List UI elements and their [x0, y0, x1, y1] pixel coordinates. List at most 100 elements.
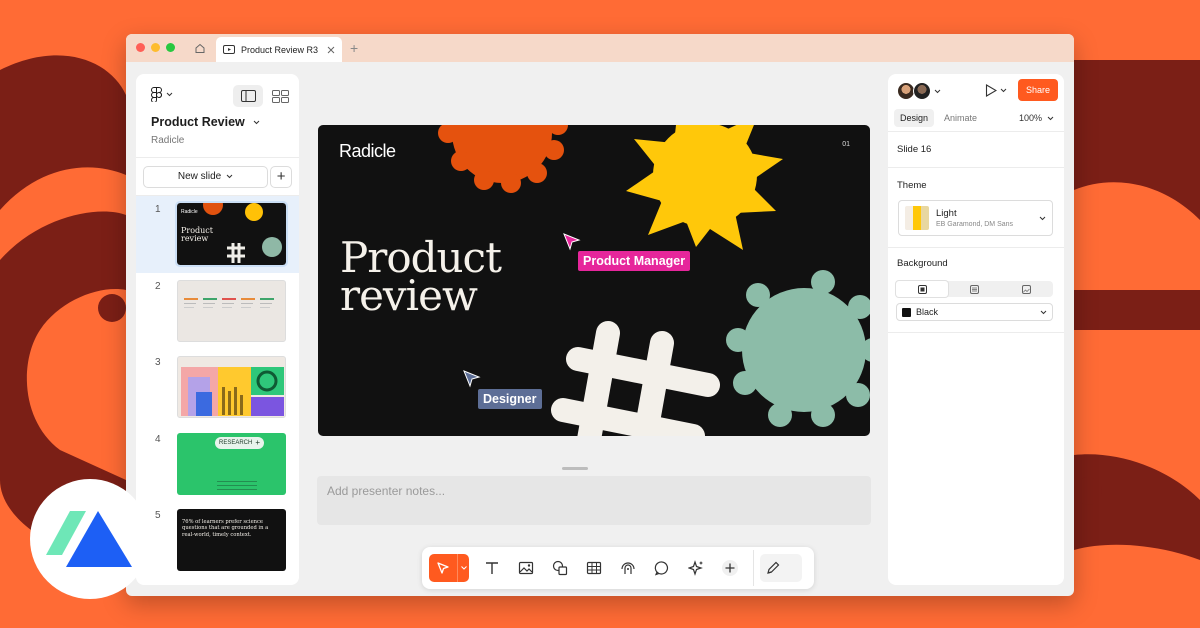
chevron-down-icon	[226, 174, 233, 179]
single-view-button[interactable]	[233, 85, 263, 107]
zoom-control[interactable]: 100%	[1019, 113, 1054, 123]
home-tab[interactable]	[188, 38, 212, 58]
comment-tool-button[interactable]	[645, 553, 679, 583]
team-name: Radicle	[151, 135, 185, 146]
new-slide-button[interactable]: New slide	[143, 165, 269, 188]
slide-number: 5	[155, 510, 161, 521]
collaborator-label: Product Manager	[578, 251, 691, 271]
slide-number: 3	[155, 357, 161, 368]
text-tool-button[interactable]	[475, 553, 509, 583]
slide-thumbnail-item[interactable]: 5 76% of learners prefer science questio…	[136, 502, 299, 579]
zoom-level: 100%	[1018, 113, 1042, 123]
background-color-select[interactable]: Black	[896, 303, 1053, 321]
slide-title[interactable]: Product review	[340, 237, 502, 320]
tab-design[interactable]: Design	[894, 109, 935, 127]
file-title: Product Review	[151, 115, 245, 129]
add-slide-button[interactable]: +	[270, 165, 292, 188]
theme-swatch	[905, 206, 929, 230]
slide-label: Slide 16	[897, 144, 932, 155]
close-tab-icon[interactable]	[327, 46, 335, 54]
theme-heading: Theme	[897, 180, 927, 191]
gradient-fill-icon	[969, 284, 979, 294]
theme-picker[interactable]: Light EB Garamond, DM Sans	[898, 200, 1053, 236]
slide-canvas[interactable]: Radicle 01 Product review Product Manage…	[318, 125, 870, 436]
bottom-toolbar	[422, 547, 814, 589]
chevron-down-icon	[1000, 88, 1007, 93]
properties-header: Share Design Animate 100%	[888, 74, 1064, 132]
slide-thumbnail: 76% of learners prefer science questions…	[177, 509, 286, 571]
chevron-down-icon	[934, 89, 941, 93]
chevron-down-icon	[166, 92, 173, 97]
canvas-area: Radicle 01 Product review Product Manage…	[299, 62, 889, 596]
background-type-toggle	[896, 281, 1053, 297]
play-icon	[985, 84, 997, 97]
table-tool-button[interactable]	[577, 553, 611, 583]
stamp-tool-button[interactable]	[611, 553, 645, 583]
select-tool-dropdown[interactable]	[457, 554, 469, 582]
image-fill-icon	[1022, 284, 1032, 294]
window-controls	[136, 43, 175, 52]
sketch-tool-button[interactable]	[760, 554, 802, 582]
solid-fill-option[interactable]	[896, 281, 949, 297]
hashtag-shape	[551, 321, 720, 436]
slide-section: Slide 16	[888, 132, 1064, 168]
slide-thumbnail-item[interactable]: 2	[136, 273, 299, 350]
image-tool-button[interactable]	[509, 553, 543, 583]
tab-product-review[interactable]: Product Review R3	[216, 37, 342, 62]
ai-tool-button[interactable]	[679, 553, 713, 583]
pen-icon	[767, 561, 780, 574]
theme-fonts: EB Garamond, DM Sans	[936, 221, 1014, 228]
gradient-fill-option[interactable]	[948, 281, 1000, 297]
svg-text:Radicle: Radicle	[181, 209, 198, 215]
color-swatch	[902, 307, 911, 317]
new-tab-button[interactable]: +	[350, 40, 358, 56]
notes-resize-handle[interactable]	[562, 467, 588, 470]
image-icon	[518, 561, 534, 575]
sparkle-icon	[688, 560, 703, 576]
thumbnail-text: 76% of learners prefer science questions…	[182, 519, 269, 538]
minimize-window-button[interactable]	[151, 43, 160, 52]
slide-brand: Radicle	[339, 141, 396, 161]
yellow-sun-shape	[626, 125, 783, 250]
background-color-value: Black	[916, 307, 939, 317]
shapes-icon	[552, 560, 568, 576]
toolbar-divider	[753, 550, 754, 586]
slide-thumbnail-item[interactable]: 3	[136, 349, 299, 426]
cursor-pointer-icon	[563, 233, 581, 251]
slide-thumbnail	[177, 279, 286, 342]
close-window-button[interactable]	[136, 43, 145, 52]
slide-actions: New slide +	[136, 158, 299, 196]
image-fill-option[interactable]	[1001, 281, 1053, 297]
tab-animate[interactable]: Animate	[938, 109, 983, 127]
thumbnail-art: Radicle Product review	[181, 203, 282, 263]
theme-name: Light	[936, 208, 957, 219]
shape-tool-button[interactable]	[543, 553, 577, 583]
add-tool-button[interactable]	[713, 553, 747, 583]
slide-thumbnail-item[interactable]: 4 RESEARCH +	[136, 426, 299, 503]
presenter-notes-field[interactable]: Add presenter notes...	[317, 476, 871, 525]
slide-thumbnail: RESEARCH +	[177, 432, 286, 495]
comment-icon	[654, 561, 668, 576]
stamp-icon	[621, 562, 635, 574]
slide-thumbnail-item[interactable]: 1 Radicle Product review	[136, 196, 299, 273]
slide-list: 1 Radicle Product review 2 3 4 RESEARCH …	[136, 196, 299, 579]
file-header: Product Review Radicle	[136, 74, 299, 158]
title-bar: Product Review R3 +	[126, 34, 1074, 62]
present-button[interactable]	[985, 84, 1007, 97]
chevron-down-icon	[253, 120, 260, 124]
main-menu-button[interactable]	[151, 87, 173, 102]
tab-title: Product Review R3	[241, 44, 319, 55]
slide-thumbnail	[177, 356, 286, 418]
share-button[interactable]: Share	[1018, 79, 1058, 101]
theme-section: Theme Light EB Garamond, DM Sans	[888, 168, 1064, 248]
avatar	[913, 82, 931, 100]
presenter-notes-placeholder: Add presenter notes...	[327, 484, 446, 498]
select-tool-button[interactable]	[429, 554, 457, 582]
slide-title-line: review	[340, 271, 478, 320]
file-title-button[interactable]: Product Review	[151, 115, 260, 129]
maximize-window-button[interactable]	[166, 43, 175, 52]
cursor-icon	[437, 562, 449, 574]
grid-view-button[interactable]	[265, 85, 295, 107]
slide-thumbnail: Radicle Product review	[175, 201, 288, 267]
collaborator-avatars[interactable]	[897, 82, 941, 100]
